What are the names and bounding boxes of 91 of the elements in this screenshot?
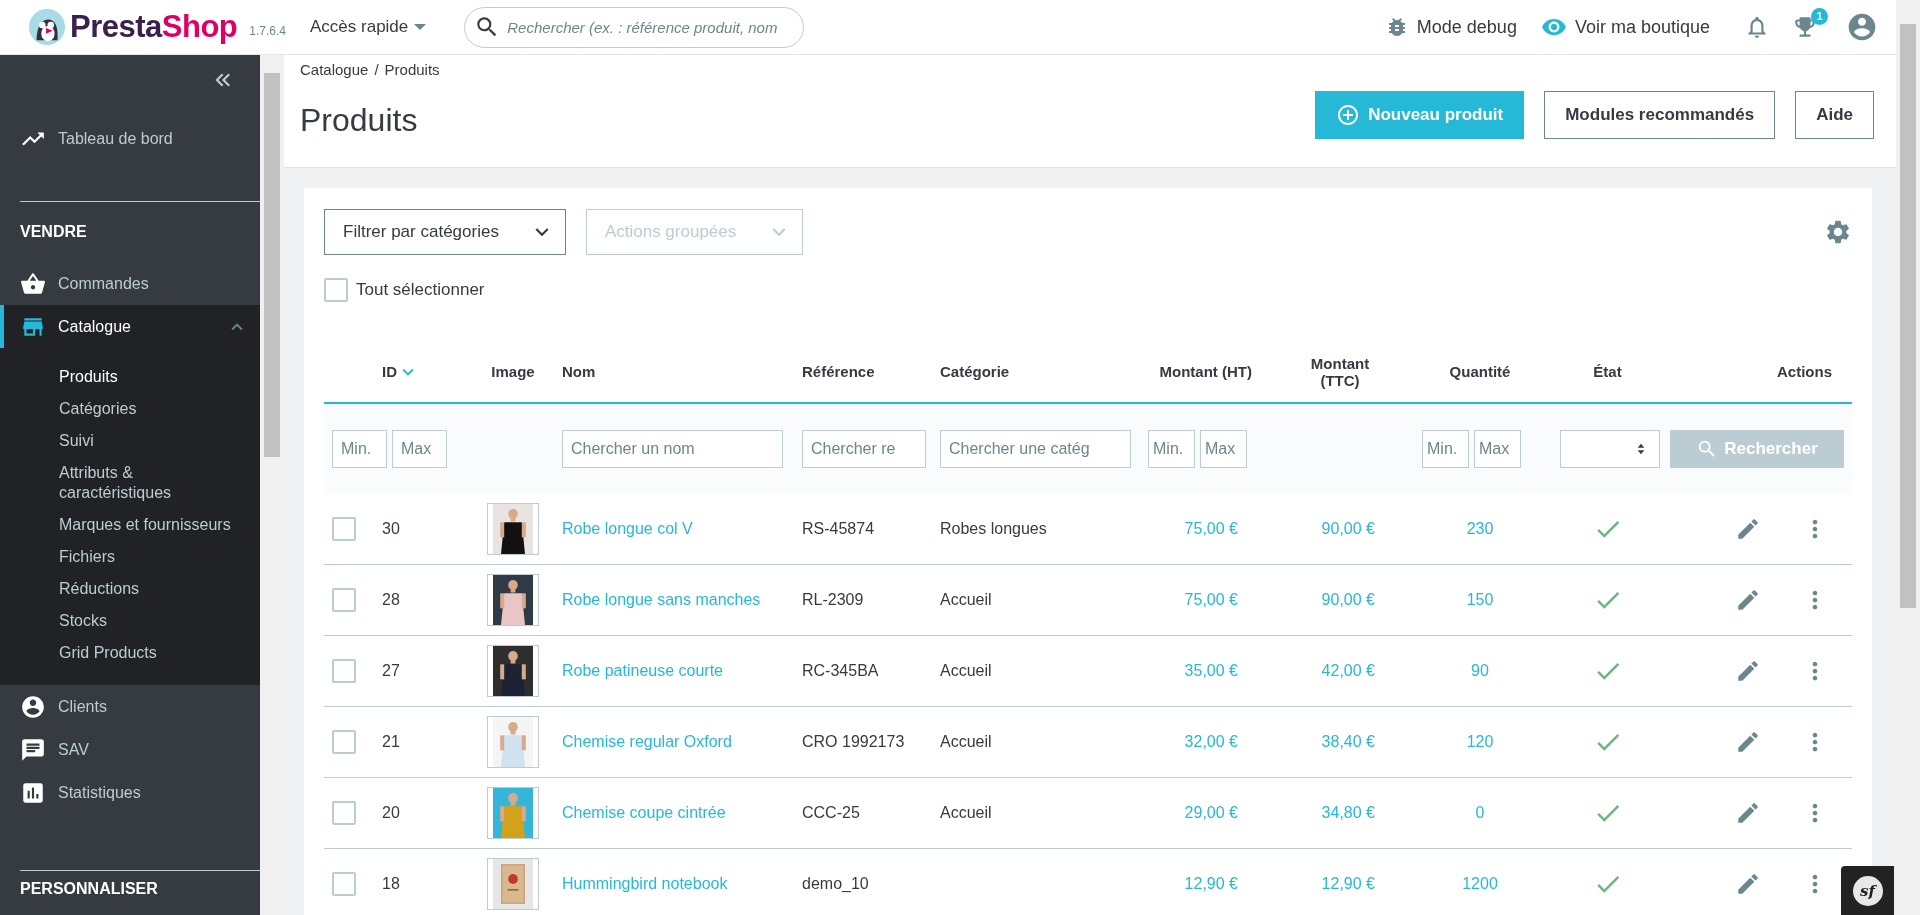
checkbox[interactable] (332, 659, 356, 683)
column-header[interactable]: ID (382, 363, 397, 380)
sidebar-item[interactable]: SAV (0, 728, 260, 771)
user-icon (20, 693, 46, 720)
category-text: Accueil (940, 591, 992, 609)
pencil-icon[interactable] (1735, 800, 1761, 826)
column-header[interactable]: Nom (562, 363, 596, 380)
column-header[interactable]: Référence (802, 363, 875, 380)
search-field[interactable]: Rechercher (ex. : référence produit, nom (464, 6, 805, 48)
breadcrumb-link[interactable]: Catalogue (300, 61, 369, 78)
dropdown-button[interactable]: Filtrer par catégories (324, 209, 566, 255)
filter-field[interactable]: Min. (332, 430, 387, 468)
breadcrumb-separator: / (374, 61, 379, 78)
caret-icon (414, 24, 427, 30)
pencil-icon[interactable] (1735, 516, 1761, 542)
checkbox[interactable] (332, 588, 356, 612)
sidebar-item[interactable]: Clients (0, 685, 260, 728)
top-link[interactable]: Voir ma boutique (1540, 14, 1710, 40)
submenu-item[interactable]: Suivi (0, 425, 260, 457)
section-heading: VENDRE (19, 222, 88, 242)
filter-field[interactable]: Max (392, 430, 447, 468)
pencil-icon[interactable] (1735, 587, 1761, 613)
filter-field[interactable]: Max (1200, 430, 1247, 468)
filter-field[interactable]: Chercher re (802, 430, 926, 468)
submenu-item[interactable]: Marques et fournisseurs (0, 509, 260, 541)
category-text: Accueil (940, 804, 992, 822)
pencil-icon[interactable] (1735, 871, 1761, 897)
reference-text: RL-2309 (802, 591, 864, 609)
top-link[interactable]: Mode debug (1384, 15, 1517, 39)
reference-text: RS-45874 (802, 520, 875, 538)
sidebar-item[interactable]: Tableau de bord (0, 117, 260, 160)
checkbox[interactable] (332, 801, 356, 825)
checkbox[interactable] (332, 730, 356, 754)
sidebar-item[interactable]: Commandes (0, 262, 260, 305)
penguin-logo-icon[interactable] (28, 8, 66, 46)
id-text: 18 (382, 875, 400, 893)
settings-icon[interactable] (1824, 218, 1852, 246)
pencil-icon[interactable] (1735, 729, 1761, 755)
id-text: 30 (382, 520, 400, 538)
column-header[interactable]: Quantité (1449, 363, 1511, 380)
reference-text: RC-345BA (802, 662, 879, 680)
id-text: 20 (382, 804, 400, 822)
quick-access-button[interactable]: Accès rapide (310, 17, 427, 37)
reference-text: CCC-25 (802, 804, 860, 822)
submenu-item[interactable]: Catégories (0, 393, 260, 425)
submenu-item[interactable]: Réductions (0, 573, 260, 605)
sidebar-item[interactable]: Statistiques (0, 771, 260, 814)
avatar-icon[interactable] (1846, 11, 1878, 43)
page-title: Produits (300, 101, 418, 139)
filter-field[interactable]: Chercher un nom (562, 430, 783, 468)
filter-field[interactable]: Min. (1422, 430, 1469, 468)
section-heading: PERSONNALISER (19, 879, 159, 899)
column-header[interactable]: Catégorie (940, 363, 1010, 380)
category-text: Robes longues (940, 520, 1047, 538)
breadcrumb-link[interactable]: Produits (384, 61, 440, 78)
filter-field[interactable]: Chercher une catég (940, 430, 1131, 468)
column-header[interactable]: État (1593, 363, 1622, 380)
filter-field[interactable]: Max (1474, 430, 1521, 468)
chat-icon (20, 736, 46, 763)
checkbox[interactable] (324, 278, 348, 302)
column-header[interactable]: Actions (1777, 363, 1832, 380)
id-text: 21 (382, 733, 400, 751)
select-all-label: Tout sélectionner (356, 280, 485, 300)
submenu-item[interactable]: Attributs & caractéristiques (0, 457, 260, 509)
submenu-item[interactable]: Produits (0, 361, 260, 393)
scrollbar[interactable] (1896, 0, 1920, 915)
category-text: Accueil (940, 662, 992, 680)
checkbox[interactable] (332, 517, 356, 541)
submenu-item[interactable]: Fichiers (0, 541, 260, 573)
column-header[interactable]: Montant (TTC) (1295, 354, 1385, 389)
notification-badge: 1 (1811, 8, 1828, 25)
header-button[interactable]: Aide (1795, 90, 1874, 139)
basket-icon (20, 270, 46, 297)
id-text: 28 (382, 591, 400, 609)
submenu-item[interactable]: Grid Products (0, 637, 260, 669)
category-text: Accueil (940, 733, 992, 751)
logo-text[interactable]: PrestaShop (70, 9, 238, 45)
id-text: 27 (382, 662, 400, 680)
sidebar-item[interactable]: Catalogue (0, 305, 260, 348)
debug-toolbar-button[interactable]: sf (1841, 866, 1894, 915)
column-header[interactable]: Montant (HT) (1159, 363, 1252, 380)
filter-field[interactable]: Min. (1148, 430, 1195, 468)
column-header[interactable]: Image (491, 363, 535, 380)
submenu-item[interactable]: Stocks (0, 605, 260, 637)
version-label: 1.7.6.4 (249, 24, 286, 38)
scrollbar[interactable] (260, 55, 284, 915)
header-button[interactable]: Modules recommandés (1544, 90, 1776, 139)
reference-text: demo_10 (802, 875, 869, 893)
pencil-icon[interactable] (1735, 658, 1761, 684)
reference-text: CRO 1992173 (802, 733, 905, 751)
checkbox[interactable] (332, 872, 356, 896)
